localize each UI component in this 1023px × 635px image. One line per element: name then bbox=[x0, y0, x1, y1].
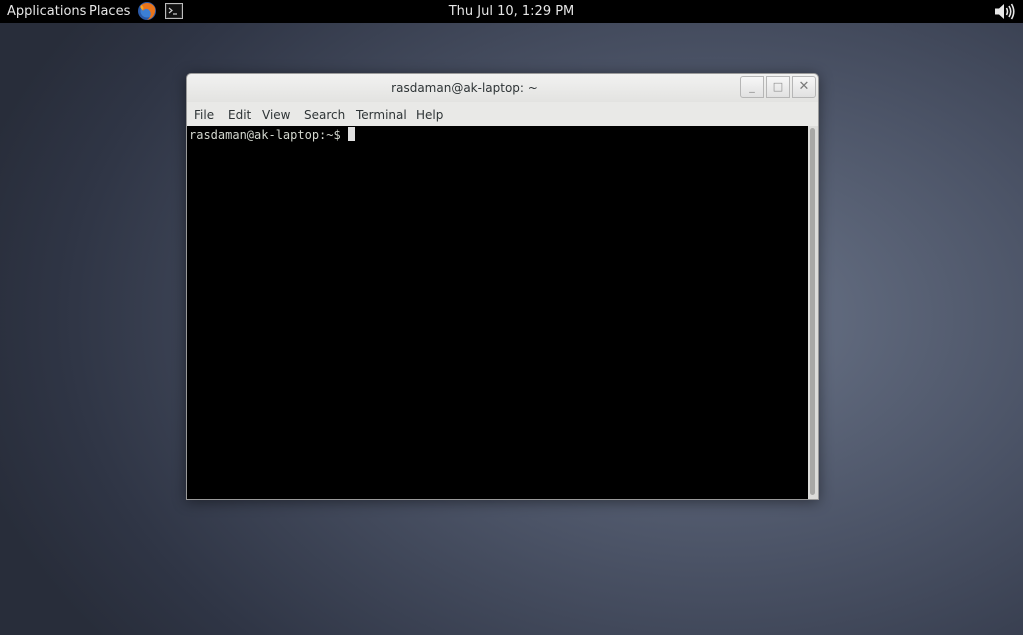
top-panel: Applications Places Thu Jul 10, 1:29 PM bbox=[0, 0, 1023, 23]
menubar: File Edit View Search Terminal Help bbox=[187, 102, 818, 126]
terminal-output[interactable]: rasdaman@ak-laptop:~$ bbox=[187, 126, 808, 499]
text-cursor bbox=[347, 127, 355, 141]
menu-view[interactable]: View bbox=[262, 102, 290, 126]
prompt-line: rasdaman@ak-laptop:~$ bbox=[189, 127, 355, 143]
menu-search[interactable]: Search bbox=[304, 102, 345, 126]
terminal-window[interactable]: rasdaman@ak-laptop: ~ _ □ ✕ File Edit Vi… bbox=[186, 73, 819, 500]
menu-help[interactable]: Help bbox=[416, 102, 443, 126]
scrollbar-thumb[interactable] bbox=[810, 128, 815, 495]
clock-label: Thu Jul 10, 1:29 PM bbox=[448, 4, 575, 19]
minimize-button[interactable]: _ bbox=[740, 76, 764, 98]
menu-terminal[interactable]: Terminal bbox=[356, 102, 407, 126]
clock[interactable]: Thu Jul 10, 1:29 PM bbox=[0, 0, 1023, 23]
menu-file[interactable]: File bbox=[194, 102, 214, 126]
close-button[interactable]: ✕ bbox=[792, 76, 816, 98]
volume-icon[interactable] bbox=[993, 2, 1015, 21]
maximize-button[interactable]: □ bbox=[766, 76, 790, 98]
menu-edit[interactable]: Edit bbox=[228, 102, 251, 126]
window-titlebar[interactable]: rasdaman@ak-laptop: ~ _ □ ✕ bbox=[187, 74, 818, 102]
window-title: rasdaman@ak-laptop: ~ bbox=[391, 81, 538, 95]
shell-prompt: rasdaman@ak-laptop:~$ bbox=[189, 128, 341, 142]
terminal-scrollbar[interactable] bbox=[808, 126, 818, 499]
